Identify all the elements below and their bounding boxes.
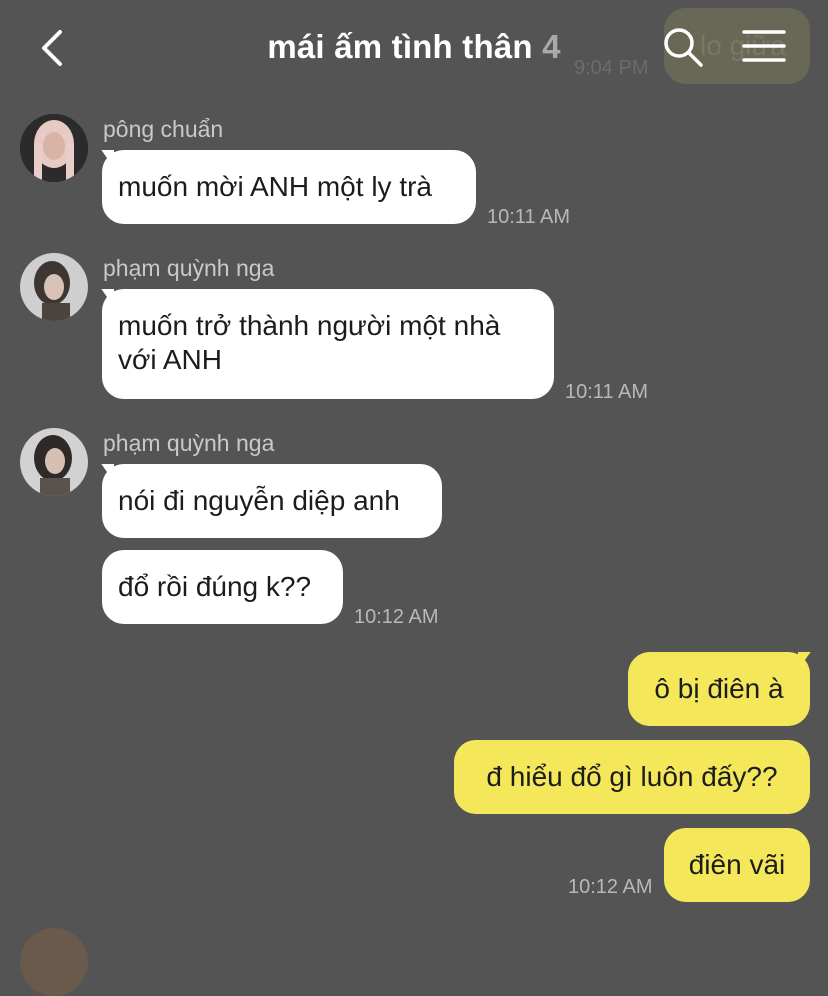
menu-icon	[742, 30, 786, 62]
search-button[interactable]	[662, 26, 704, 68]
message-bubble[interactable]: muốn trở thành người một nhà với ANH	[102, 289, 554, 399]
avatar-image	[20, 428, 88, 496]
message-text: điên vãi	[688, 849, 786, 880]
message-time: 10:11 AM	[487, 206, 571, 228]
message-text: muốn mời ANH một ly trà	[118, 171, 432, 202]
message-text-line: muốn trở thành người một nhà	[118, 310, 501, 341]
message-bubble[interactable]: nói đi nguyễn diệp anh	[102, 464, 442, 538]
avatar-image	[20, 253, 88, 321]
member-count: 4	[542, 28, 561, 65]
sender-name: phạm quỳnh nga	[103, 430, 275, 456]
message-text: muốn trở thành người một nhà với ANH	[118, 309, 500, 377]
chat-title-text: mái ấm tình thân	[267, 28, 533, 65]
message-time: 10:12 AM	[354, 606, 439, 628]
avatar-image	[20, 114, 88, 182]
chat-header: lo giữa 9:04 PM mái ấm tình thân 4	[0, 0, 828, 96]
message-time: 10:11 AM	[565, 381, 649, 403]
message-time: 10:12 AM	[568, 876, 653, 898]
outgoing-message-bubble[interactable]: đ hiểu đổ gì luôn đấy??	[454, 740, 810, 814]
message-text: đổ rồi đúng k??	[118, 571, 312, 602]
menu-button[interactable]	[742, 28, 786, 64]
message-text: nói đi nguyễn diệp anh	[118, 485, 400, 516]
message-text: ô bị điên à	[654, 673, 784, 704]
avatar[interactable]	[20, 928, 88, 996]
sender-name: pông chuẩn	[103, 116, 224, 142]
message-bubble[interactable]: muốn mời ANH một ly trà	[102, 150, 476, 224]
outgoing-message-bubble[interactable]: ô bị điên à	[628, 652, 810, 726]
search-icon	[664, 28, 703, 67]
message-bubble[interactable]: đổ rồi đúng k??	[102, 550, 343, 624]
outgoing-message-bubble[interactable]: điên vãi	[664, 828, 810, 902]
avatar[interactable]	[20, 114, 88, 182]
message-text-line: với ANH	[118, 344, 222, 375]
message-text: đ hiểu đổ gì luôn đấy??	[486, 761, 778, 792]
avatar[interactable]	[20, 253, 88, 321]
sender-name: phạm quỳnh nga	[103, 255, 275, 281]
avatar[interactable]	[20, 428, 88, 496]
